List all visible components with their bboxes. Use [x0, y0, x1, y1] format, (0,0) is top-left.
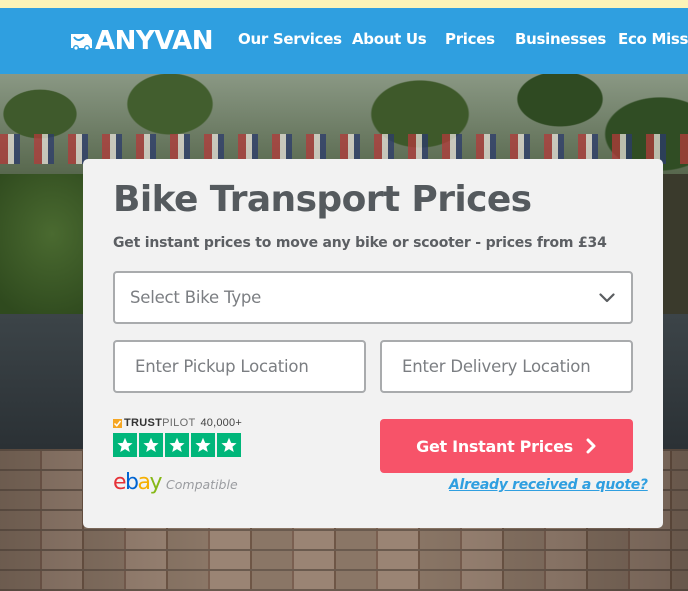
trustpilot-badge[interactable]: TRUST PILOT 40,000+	[113, 417, 243, 457]
nav-prices[interactable]: Prices	[445, 30, 495, 48]
trustpilot-review-count: 40,000+	[200, 417, 242, 429]
trustpilot-stars	[113, 433, 243, 457]
star-icon	[165, 433, 189, 457]
ebay-compatible-label: Compatible	[166, 477, 238, 492]
ebay-compatible-badge: ebay Compatible	[113, 471, 238, 495]
get-instant-prices-button[interactable]: Get Instant Prices	[380, 419, 633, 473]
star-icon	[191, 433, 215, 457]
chevron-down-icon	[599, 292, 615, 302]
already-received-quote-link[interactable]: Already received a quote?	[449, 477, 648, 493]
star-icon	[139, 433, 163, 457]
trustpilot-check-icon	[113, 418, 122, 428]
delivery-location-input[interactable]: Enter Delivery Location	[380, 340, 633, 393]
trustpilot-label: TRUST PILOT 40,000+	[113, 417, 243, 429]
ebay-logo: ebay	[113, 470, 162, 495]
anyvan-logo[interactable]: ANYVAN	[68, 27, 213, 55]
trustpilot-brand-light: PILOT	[162, 417, 196, 429]
nav-eco-mission[interactable]: Eco Missio	[618, 30, 688, 48]
page-title: Bike Transport Prices	[113, 179, 532, 220]
pickup-placeholder: Enter Pickup Location	[135, 357, 309, 376]
nav-about-us[interactable]: About Us	[352, 30, 427, 48]
pickup-location-input[interactable]: Enter Pickup Location	[113, 340, 366, 393]
nav-our-services[interactable]: Our Services	[238, 30, 342, 48]
nav-businesses[interactable]: Businesses	[515, 30, 606, 48]
page-subtitle: Get instant prices to move any bike or s…	[113, 235, 607, 251]
quote-form-card: Bike Transport Prices Get instant prices…	[83, 159, 663, 528]
star-icon	[113, 433, 137, 457]
chevron-right-icon	[586, 438, 596, 454]
star-icon	[217, 433, 241, 457]
van-logo-icon	[71, 34, 92, 51]
logo-text: ANYVAN	[95, 26, 213, 56]
navbar: ANYVAN Our Services About Us Prices Busi…	[0, 8, 688, 74]
bike-type-select[interactable]: Select Bike Type	[113, 271, 633, 324]
delivery-placeholder: Enter Delivery Location	[402, 357, 591, 376]
bike-type-value: Select Bike Type	[130, 288, 262, 307]
top-notice-strip	[0, 0, 688, 8]
trustpilot-brand-bold: TRUST	[124, 417, 163, 429]
get-instant-prices-label: Get Instant Prices	[416, 436, 573, 456]
